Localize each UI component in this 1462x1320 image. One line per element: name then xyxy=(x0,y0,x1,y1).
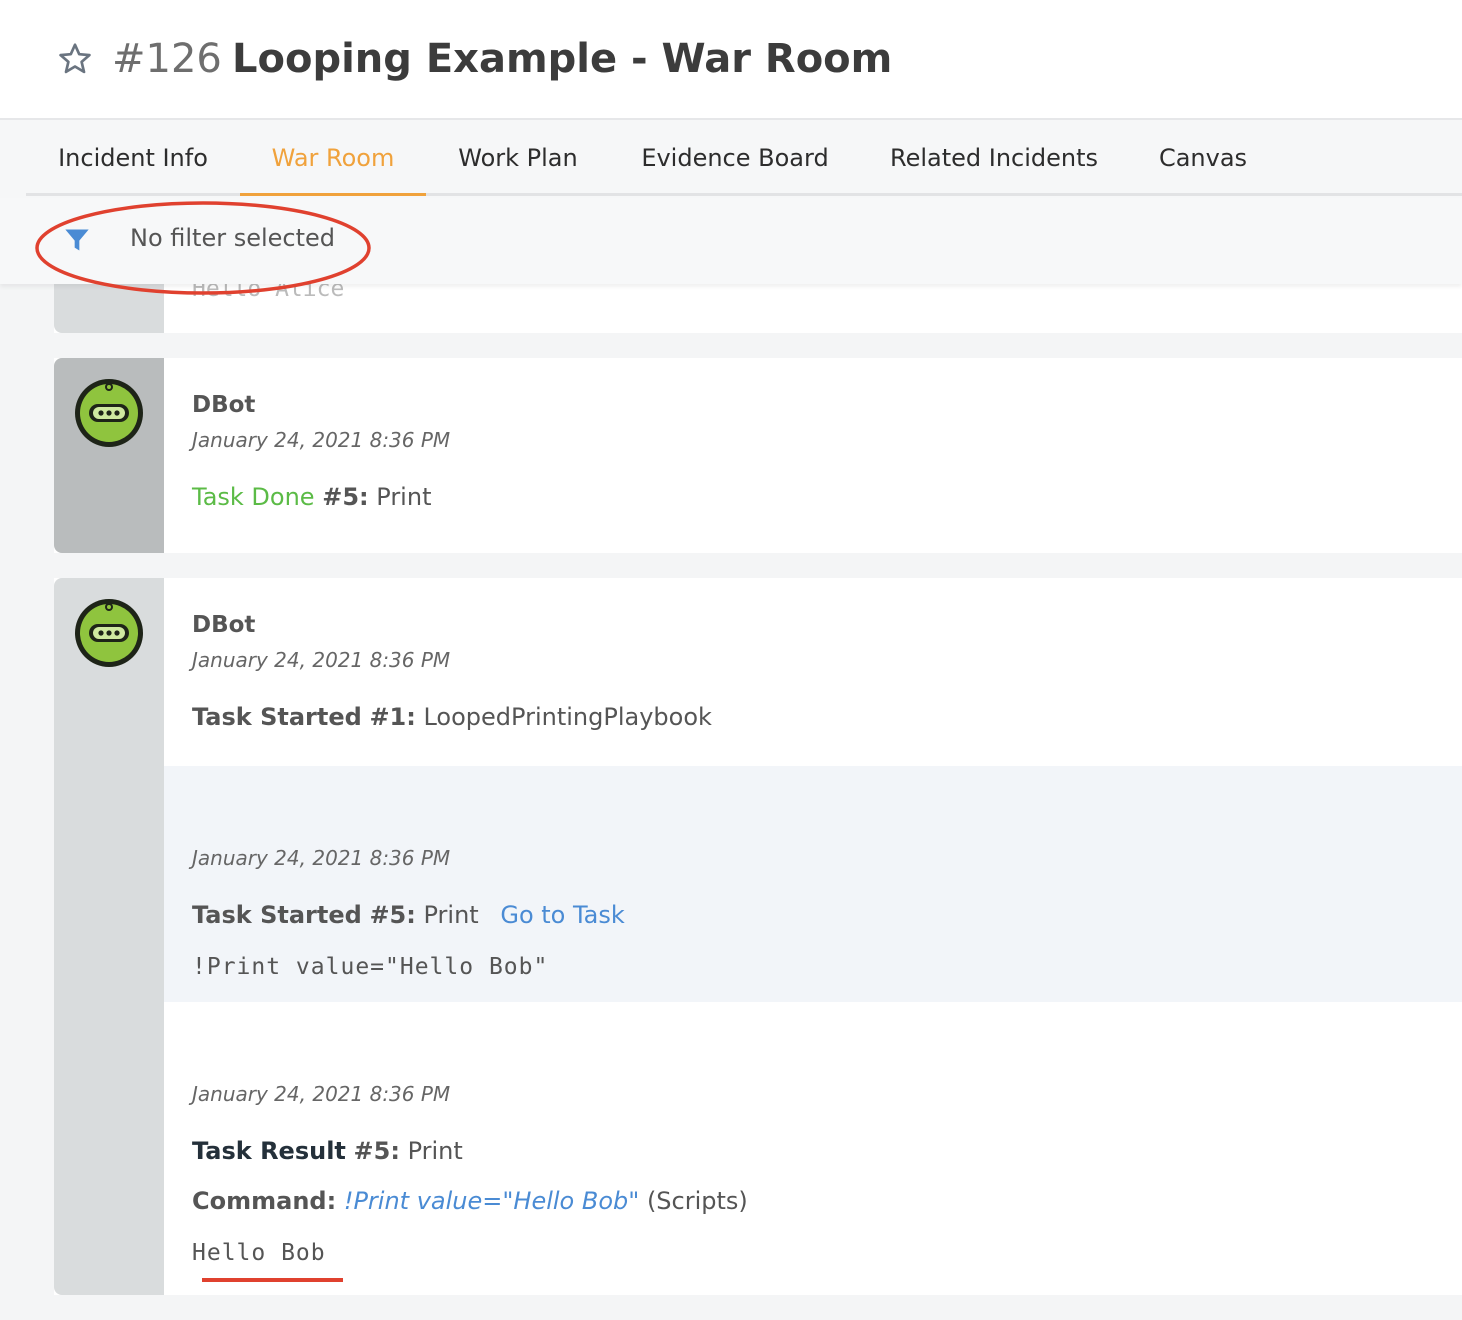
task-status: Task Started xyxy=(192,703,362,731)
war-room-entry: DBot January 24, 2021 8:36 PM Task Done … xyxy=(54,358,1462,553)
command-link[interactable]: !Print value="Hello Bob" xyxy=(344,1187,639,1215)
entry-timestamp: January 24, 2021 8:36 PM xyxy=(192,846,451,870)
entry-task-line: Task Started #1: LoopedPrintingPlaybook xyxy=(192,700,712,734)
command-line: Command: !Print value="Hello Bob" (Scrip… xyxy=(192,1184,748,1218)
tab-related-incidents[interactable]: Related Incidents xyxy=(860,138,1128,196)
tab-incident-info[interactable]: Incident Info xyxy=(26,138,240,196)
task-status: Task Result xyxy=(192,1137,346,1165)
command-label: Command: xyxy=(192,1187,337,1215)
dbot-avatar-icon xyxy=(75,379,143,447)
page-title: Looping Example - War Room xyxy=(232,36,893,82)
entry-task-line: Task Started #5: Print Go to Task xyxy=(192,898,625,932)
entry-author: DBot xyxy=(192,392,256,418)
star-icon[interactable] xyxy=(56,41,94,77)
entry-timestamp: January 24, 2021 8:36 PM xyxy=(192,648,451,672)
sub-entry-task-started: January 24, 2021 8:36 PM Task Started #5… xyxy=(164,766,1462,1002)
war-room-entry: DBot January 24, 2021 8:36 PM Task Start… xyxy=(54,578,1462,1295)
task-name: Print xyxy=(423,901,479,929)
task-status: Task Done xyxy=(192,483,315,511)
task-name: Print xyxy=(407,1137,463,1165)
task-ref: #5: xyxy=(369,901,416,929)
tab-canvas[interactable]: Canvas xyxy=(1128,138,1278,196)
task-ref: #5: xyxy=(322,483,369,511)
task-status: Task Started xyxy=(192,901,362,929)
command-text: !Print value="Hello Bob" xyxy=(192,954,549,980)
tab-evidence-board[interactable]: Evidence Board xyxy=(610,138,860,196)
filter-bar[interactable]: No filter selected xyxy=(0,198,1462,284)
task-ref: #1: xyxy=(369,703,416,731)
funnel-icon[interactable] xyxy=(62,226,92,254)
incident-header: #126 Looping Example - War Room xyxy=(0,0,1462,120)
tab-bar: Incident Info War Room Work Plan Evidenc… xyxy=(0,120,1462,198)
entry-author: DBot xyxy=(192,612,256,638)
entry-rail xyxy=(54,578,164,1295)
filter-label[interactable]: No filter selected xyxy=(130,220,335,256)
entry-rail xyxy=(54,358,164,553)
entry-task-line: Task Done #5: Print xyxy=(192,480,431,514)
entry-task-line: Task Result #5: Print xyxy=(192,1134,463,1168)
sub-entry-task-result: January 24, 2021 8:36 PM Task Result #5:… xyxy=(164,1002,1462,1295)
command-source: (Scripts) xyxy=(646,1187,748,1215)
task-ref: #5: xyxy=(353,1137,400,1165)
tab-work-plan[interactable]: Work Plan xyxy=(426,138,610,196)
incident-number: #126 xyxy=(112,36,222,82)
task-name: LoopedPrintingPlaybook xyxy=(423,703,712,731)
task-name: Print xyxy=(376,483,432,511)
go-to-task-link[interactable]: Go to Task xyxy=(500,901,624,929)
annotation-underline xyxy=(202,1278,343,1282)
task-output: Hello Bob xyxy=(192,1240,326,1266)
entry-timestamp: January 24, 2021 8:36 PM xyxy=(192,1082,451,1106)
entry-timestamp: January 24, 2021 8:36 PM xyxy=(192,428,451,452)
tab-war-room[interactable]: War Room xyxy=(240,138,426,196)
dbot-avatar-icon xyxy=(75,599,143,667)
